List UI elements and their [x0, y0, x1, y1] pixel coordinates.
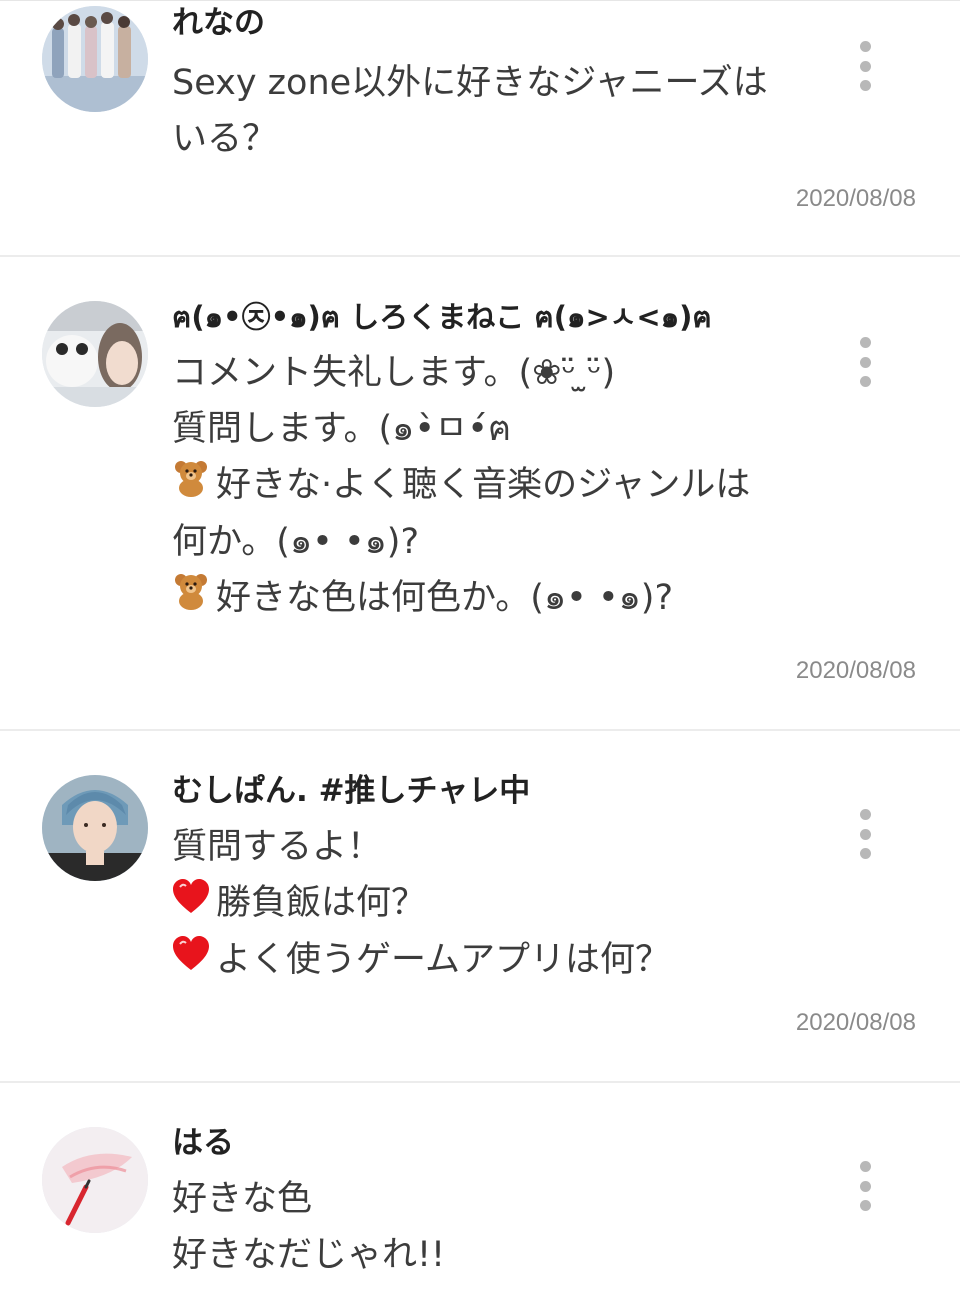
heart-icon: [172, 876, 210, 932]
comment-post: むしぱん. #推しチャレ中 質問するよ！ 勝負飯は何？ よく使うゲームアプリは何…: [0, 731, 960, 1083]
more-options-icon[interactable]: [850, 809, 880, 859]
comment-line: 好きなだじゃれ!!: [172, 1235, 446, 1275]
user-avatar[interactable]: [42, 1127, 148, 1233]
teddy-bear-icon: [172, 571, 210, 627]
pencil-photo-avatar: [42, 1127, 148, 1233]
comment-post: れなの Sexy zone以外に好きなジャニーズは いる？ 2020/08/08: [0, 1, 960, 257]
comment-line: コメント失礼します。(❀ᵕ̈ ̫ᵕ̈): [172, 353, 616, 393]
post-date: 2020/08/08: [795, 1009, 916, 1036]
comment-line: 好きな色: [172, 1179, 313, 1219]
comment-line-text: 好きな色は何色か。(๑• •๑)?: [216, 578, 674, 618]
comment-line: 勝負飯は何？: [172, 875, 840, 932]
teddy-bear-icon: [172, 458, 210, 514]
comment-post: はる 好きな色 好きなだじゃれ!!: [0, 1083, 960, 1314]
more-options-icon[interactable]: [850, 337, 880, 387]
username[interactable]: むしぱん. #推しチャレ中: [172, 771, 840, 811]
group-photo-avatar: [42, 6, 148, 112]
more-options-icon[interactable]: [850, 1161, 880, 1211]
more-options-icon[interactable]: [850, 41, 880, 91]
post-date: 2020/08/08: [795, 657, 916, 684]
username[interactable]: はる: [172, 1123, 840, 1163]
comment-line: 好きな·よく聴く音楽のジャンルは: [172, 457, 840, 514]
person-photo-avatar: [42, 775, 148, 881]
comment-line: Sexy zone以外に好きなジャニーズは: [172, 63, 768, 103]
comment-line-text: 勝負飯は何？: [216, 883, 427, 923]
user-avatar[interactable]: [42, 301, 148, 407]
comment-line-text: 好きな·よく聴く音楽のジャンルは: [216, 465, 751, 505]
comment-line: 好きな色は何色か。(๑• •๑)?: [172, 570, 840, 627]
plush-photo-avatar: [42, 301, 148, 407]
post-date: 2020/08/08: [795, 185, 916, 212]
user-avatar[interactable]: [42, 775, 148, 881]
username[interactable]: れなの: [172, 3, 840, 43]
comment-post: ฅ(๑•㉨•๑)ฅ しろくまねこ ฅ(๑>ㅅ<๑)ฅ コメント失礼します。(❀ᵕ…: [0, 257, 960, 731]
username[interactable]: ฅ(๑•㉨•๑)ฅ しろくまねこ ฅ(๑>ㅅ<๑)ฅ: [172, 297, 840, 337]
comment-line: 質問します。(๑•̀ㅁ•́ฅ: [172, 409, 512, 449]
comment-line: よく使うゲームアプリは何？: [172, 932, 840, 989]
comment-line: いる？: [172, 119, 278, 159]
comment-line: 何か。(๑• •๑)?: [172, 522, 420, 562]
comment-line-text: よく使うゲームアプリは何？: [216, 940, 670, 980]
heart-icon: [172, 933, 210, 989]
comment-line: 質問するよ！: [172, 827, 383, 867]
comment-feed: れなの Sexy zone以外に好きなジャニーズは いる？ 2020/08/08…: [0, 0, 960, 1314]
user-avatar[interactable]: [42, 6, 148, 112]
